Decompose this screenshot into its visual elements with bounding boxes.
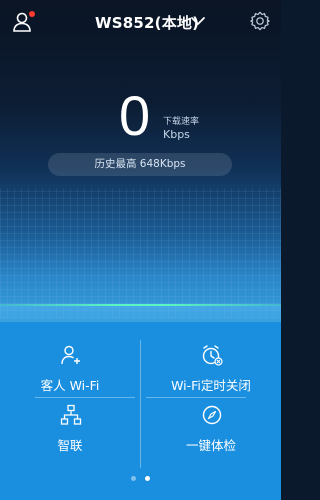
settings-button[interactable] [249, 10, 271, 32]
grid-floor [0, 188, 281, 318]
chevron-down-icon[interactable] [190, 14, 206, 28]
download-speed-unit: Kbps [163, 128, 190, 141]
one-click-checkup-label: 一键体检 [185, 438, 236, 453]
header: WS852(本地) [0, 0, 281, 42]
smart-link-label: 智联 [57, 438, 83, 453]
page-indicator [0, 476, 281, 484]
one-click-checkup-button[interactable]: 一键体检 [141, 404, 281, 464]
wifi-timer-label: Wi-Fi定时关闭 [171, 378, 251, 393]
compass-icon [202, 405, 222, 425]
notification-dot [29, 11, 35, 17]
horizon-glow [0, 306, 281, 322]
wifi-timer-icon [202, 345, 223, 366]
device-title[interactable]: WS852(本地) [95, 12, 199, 33]
peak-speed-badge: 历史最高 648Kbps [48, 153, 232, 176]
smart-link-button[interactable]: 智联 [0, 404, 140, 464]
guest-user-icon [61, 345, 80, 365]
page-dot-1[interactable] [131, 476, 136, 481]
download-speed-label: 下载速率 [163, 117, 200, 127]
screen: WS852(本地) 0 下载速率 Kbps 历史最高 648Kbps 客人 Wi… [0, 0, 281, 500]
network-topology-icon [60, 404, 82, 425]
quick-actions-panel: 客人 Wi-Fi Wi-Fi定时关闭 智联 一键体检 [0, 322, 281, 500]
guest-wifi-label: 客人 Wi-Fi [40, 378, 100, 393]
page-dot-2-active[interactable] [145, 476, 150, 481]
gear-icon [250, 11, 270, 31]
user-button[interactable] [12, 10, 36, 34]
wifi-timer-button[interactable]: Wi-Fi定时关闭 [141, 344, 281, 404]
guest-wifi-button[interactable]: 客人 Wi-Fi [0, 344, 140, 404]
download-speed-value: 0 [119, 84, 151, 147]
